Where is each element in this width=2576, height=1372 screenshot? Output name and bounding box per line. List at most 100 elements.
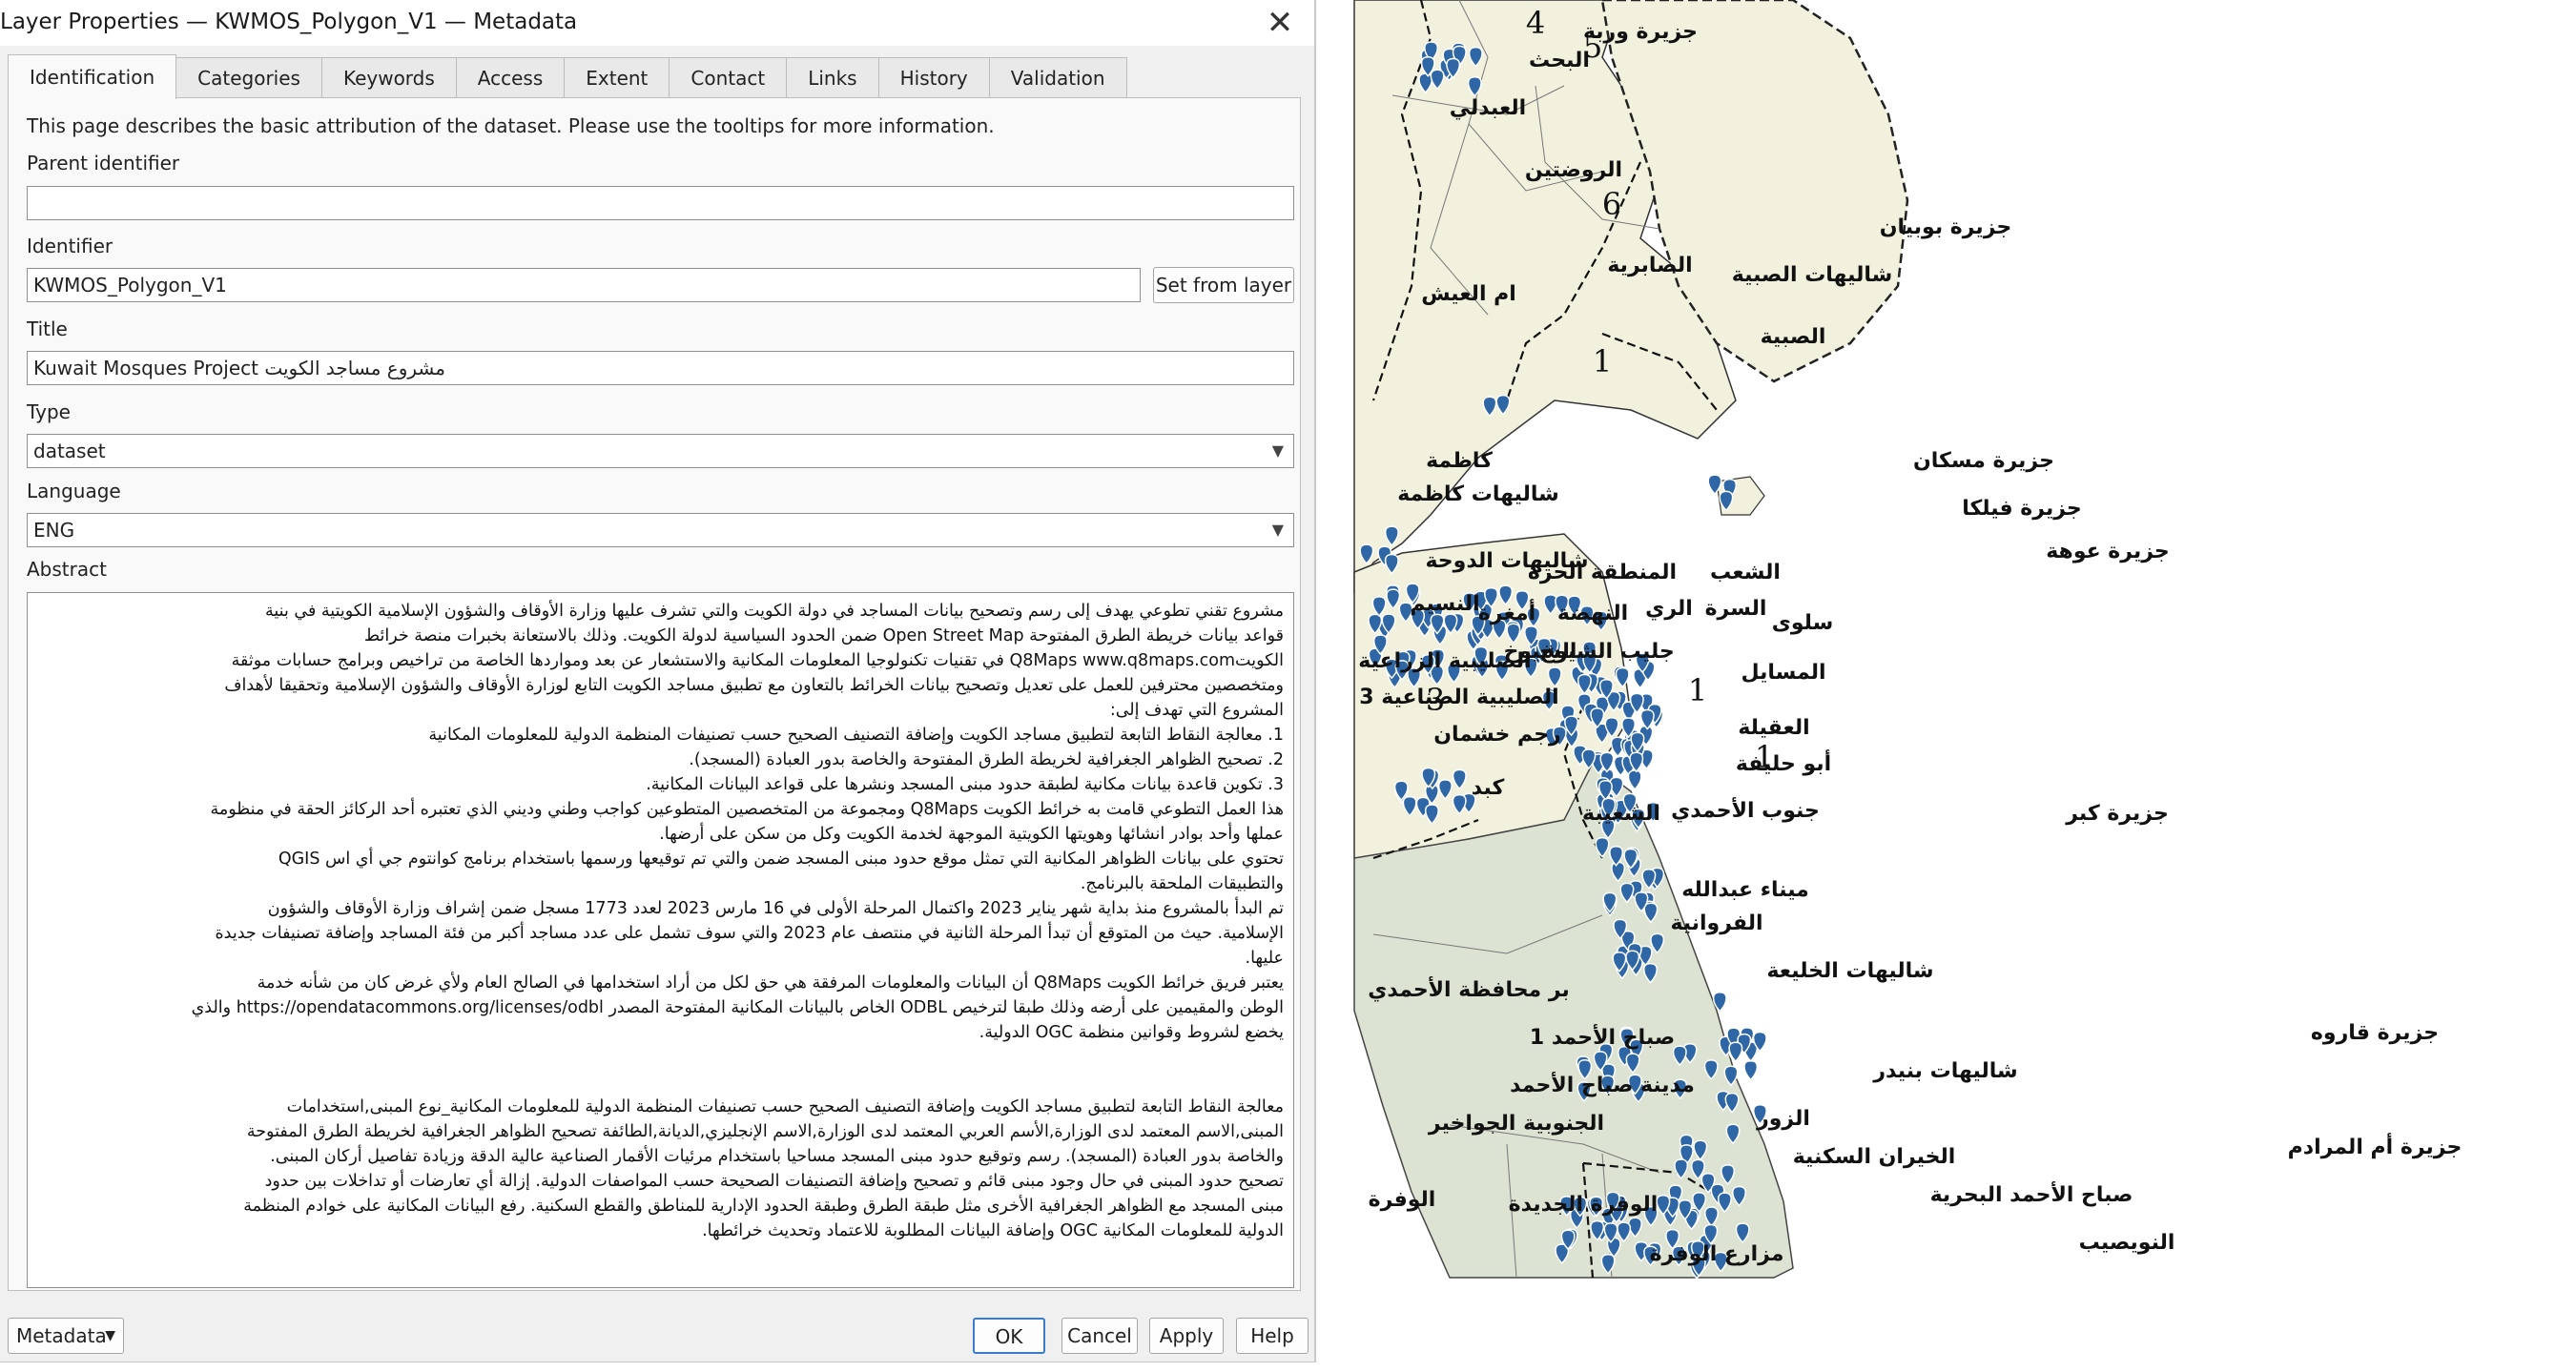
zone-number-label: 4 — [1526, 5, 1545, 41]
map-place-label: جزيرة بوبيان — [1880, 215, 2011, 239]
map-place-label: جزيرة كبر — [2065, 802, 2169, 826]
language-combo[interactable]: ENG ▼ — [27, 513, 1294, 547]
map-place-label: الوفرة — [1369, 1188, 1436, 1212]
map-place-label: صباح الأحمد 1 — [1530, 1023, 1675, 1050]
intro-text: This page describes the basic attributio… — [27, 114, 995, 137]
map-place-label: صباح الأحمد البحرية — [1930, 1180, 2133, 1207]
abstract-line: يخضع لشروط وقوانين منظمة OGC الدولية. — [979, 1023, 1284, 1042]
abstract-line: الدولية للمعلومات المكانية OGC وإضافة ال… — [702, 1221, 1284, 1240]
mosque-marker-icon[interactable] — [1743, 1059, 1759, 1081]
type-label: Type — [27, 400, 71, 423]
abstract-line: المشروع التي تهدف إلى: — [1109, 701, 1284, 720]
map-place-label: كبد — [1472, 776, 1505, 800]
abstract-line: عملها وأحد بوادر انشائها وهويتها الكويتي… — [659, 825, 1284, 844]
type-combo[interactable]: dataset ▼ — [27, 434, 1294, 468]
map-place-label: السرة — [1705, 597, 1767, 621]
map-place-label: بر محافظة الأحمدي — [1368, 975, 1570, 1002]
abstract-line: المبنى,الاسم المعتمد لدى الوزارة,الأسم ا… — [246, 1122, 1284, 1141]
chevron-down-icon: ▼ — [1271, 521, 1284, 539]
title-bar: Layer Properties — KWMOS_Polygon_V1 — Me… — [0, 0, 1314, 46]
map-place-label: شاليهات كاظمة — [1397, 482, 1559, 506]
tab-history[interactable]: History — [877, 57, 990, 98]
map-place-label: النهضة — [1557, 602, 1628, 625]
type-value: dataset — [33, 440, 106, 462]
map-place-label: المسايل — [1741, 661, 1825, 685]
abstract-line: والتطبيقات الملحقة بالبرنامج. — [1080, 874, 1284, 893]
map-place-label: جزيرة فيلكا — [1962, 497, 2082, 521]
tab-links[interactable]: Links — [786, 57, 879, 98]
abstract-line: الوطن والمقيمين على أرضه وذلك طبقا لترخي… — [191, 998, 1284, 1017]
tab-access[interactable]: Access — [455, 57, 566, 98]
abstract-line: معالجة النقاط التابعة لتطبيق مساجد الكوي… — [286, 1097, 1284, 1116]
map-place-label: جزيرة أم المرادم — [2288, 1132, 2463, 1159]
abstract-line: والخاصة بدور العبادة (المسجد). رسم وتوقي… — [270, 1147, 1284, 1166]
zone-number-label: 1 — [1688, 672, 1707, 708]
tab-extent[interactable]: Extent — [564, 57, 670, 98]
mosque-marker-icon[interactable] — [1627, 769, 1642, 791]
map-canvas[interactable]: جزيرة وربة البحث العبدلي الروضتين جزيرة بوبي… — [1316, 0, 2576, 1372]
parent-identifier-label: Parent identifier — [27, 152, 180, 174]
abstract-line: ومتخصصين محترفين للعمل على تعديل وتصحيح … — [224, 676, 1284, 695]
map-place-label: المنطقة الحرة — [1528, 561, 1677, 584]
language-label: Language — [27, 480, 121, 502]
metadata-combo-value: Metadata — [16, 1324, 107, 1347]
map-place-label: الجنوبية الجواخير — [1428, 1112, 1604, 1136]
map-place-label: الخيران السكنية — [1793, 1145, 1956, 1169]
abstract-line: 2. تصحيح الظواهر الجغرافية لخريطة الطرق … — [689, 750, 1284, 769]
title-field[interactable]: Kuwait Mosques Project مشروع مساجد الكوي… — [27, 351, 1294, 385]
chevron-down-icon: ▼ — [1271, 441, 1284, 460]
tab-validation[interactable]: Validation — [988, 57, 1127, 98]
zone-number-label: 1 — [1755, 739, 1774, 775]
abstract-line: مبنى المسجد مع الظواهر الجغرافية الأخرى … — [243, 1197, 1284, 1216]
tab-contact[interactable]: Contact — [669, 57, 788, 98]
abstract-line — [37, 1045, 1284, 1070]
map-place-label: شاليهات الخليعة — [1766, 959, 1933, 983]
zone-number-label: 6 — [1602, 186, 1621, 222]
map-place-label: جنوب الأحمدي — [1671, 796, 1820, 823]
layer-properties-dialog: Layer Properties — KWMOS_Polygon_V1 — Me… — [0, 0, 1316, 1362]
chevron-down-icon: ▼ — [105, 1328, 115, 1343]
zone-number-label: 3 — [1426, 682, 1445, 718]
zone-number-label: 1 — [1593, 343, 1612, 379]
map-place-label: كاظمة — [1426, 449, 1493, 473]
tab-keywords[interactable]: Keywords — [320, 57, 457, 98]
map-place-label: النسيم — [1410, 592, 1479, 616]
apply-button[interactable]: Apply — [1149, 1318, 1224, 1354]
parent-identifier-field[interactable] — [27, 186, 1294, 220]
map-place-label: سلوى — [1772, 611, 1834, 635]
tab-identification[interactable]: Identification — [8, 54, 177, 99]
map-place-label: الصليبية الصناعية 3 — [1359, 686, 1558, 709]
close-icon[interactable]: ✕ — [1261, 4, 1299, 42]
map-place-label: الوفرة الجديدة — [1509, 1193, 1659, 1217]
map-place-label: الروضتين — [1525, 158, 1622, 182]
cancel-button[interactable]: Cancel — [1061, 1318, 1138, 1354]
metadata-combo[interactable]: Metadata ▼ — [8, 1318, 124, 1354]
identification-page: This page describes the basic attributio… — [8, 97, 1301, 1291]
map-place-label: العبدلي — [1450, 96, 1526, 120]
kuwait-map: جزيرة وربةالبحثالعبدليالروضتينجزيرة بوبي… — [1353, 0, 2463, 1280]
tab-categories[interactable]: Categories — [175, 57, 322, 98]
abstract-line: 1. معالجة النقاط التابعة لتطبيق مساجد ال… — [428, 726, 1284, 745]
identifier-label: Identifier — [27, 235, 113, 257]
zone-number-label: 5 — [1583, 29, 1602, 65]
map-place-label: مزارع الوفرة — [1650, 1242, 1784, 1266]
map-place-label: الفروانية — [1670, 911, 1762, 935]
map-place-label: جزيرة مسكان — [1913, 449, 2054, 473]
map-place-label: مدينة صباح الأحمد — [1510, 1071, 1695, 1097]
abstract-line: مشروع تقني تطوعي يهدف إلى رسم وتصحيح بيا… — [265, 602, 1284, 621]
abstract-line — [37, 1070, 1284, 1095]
map-place-label: أمغرة — [1478, 598, 1535, 625]
help-button[interactable]: Help — [1236, 1318, 1309, 1354]
map-place-label: الصابرية — [1607, 254, 1692, 277]
identifier-field[interactable]: KWMOS_Polygon_V1 — [27, 268, 1141, 302]
map-place-label: جزيرة عوهة — [2046, 540, 2170, 563]
abstract-line: تحتوي على بيانات الظواهر المكانية التي ت… — [278, 850, 1284, 869]
abstract-textarea[interactable]: مشروع تقني تطوعي يهدف إلى رسم وتصحيح بيا… — [27, 592, 1294, 1288]
abstract-line: الكويتQ8Maps www.q8maps.com في تقنيات تك… — [231, 651, 1284, 670]
abstract-line: قواعد بيانات خريطة الطرق المفتوحة Open S… — [363, 626, 1284, 645]
map-place-label: الصبية — [1761, 325, 1826, 349]
set-from-layer-button[interactable]: Set from layer — [1153, 267, 1294, 303]
abstract-line: تم البدأ بالمشروع منذ بداية شهر يناير 20… — [267, 899, 1284, 918]
abstract-line: تصحيح حدود المبنى في حال وجود مبنى قائم … — [264, 1172, 1284, 1191]
ok-button[interactable]: OK — [973, 1318, 1045, 1354]
